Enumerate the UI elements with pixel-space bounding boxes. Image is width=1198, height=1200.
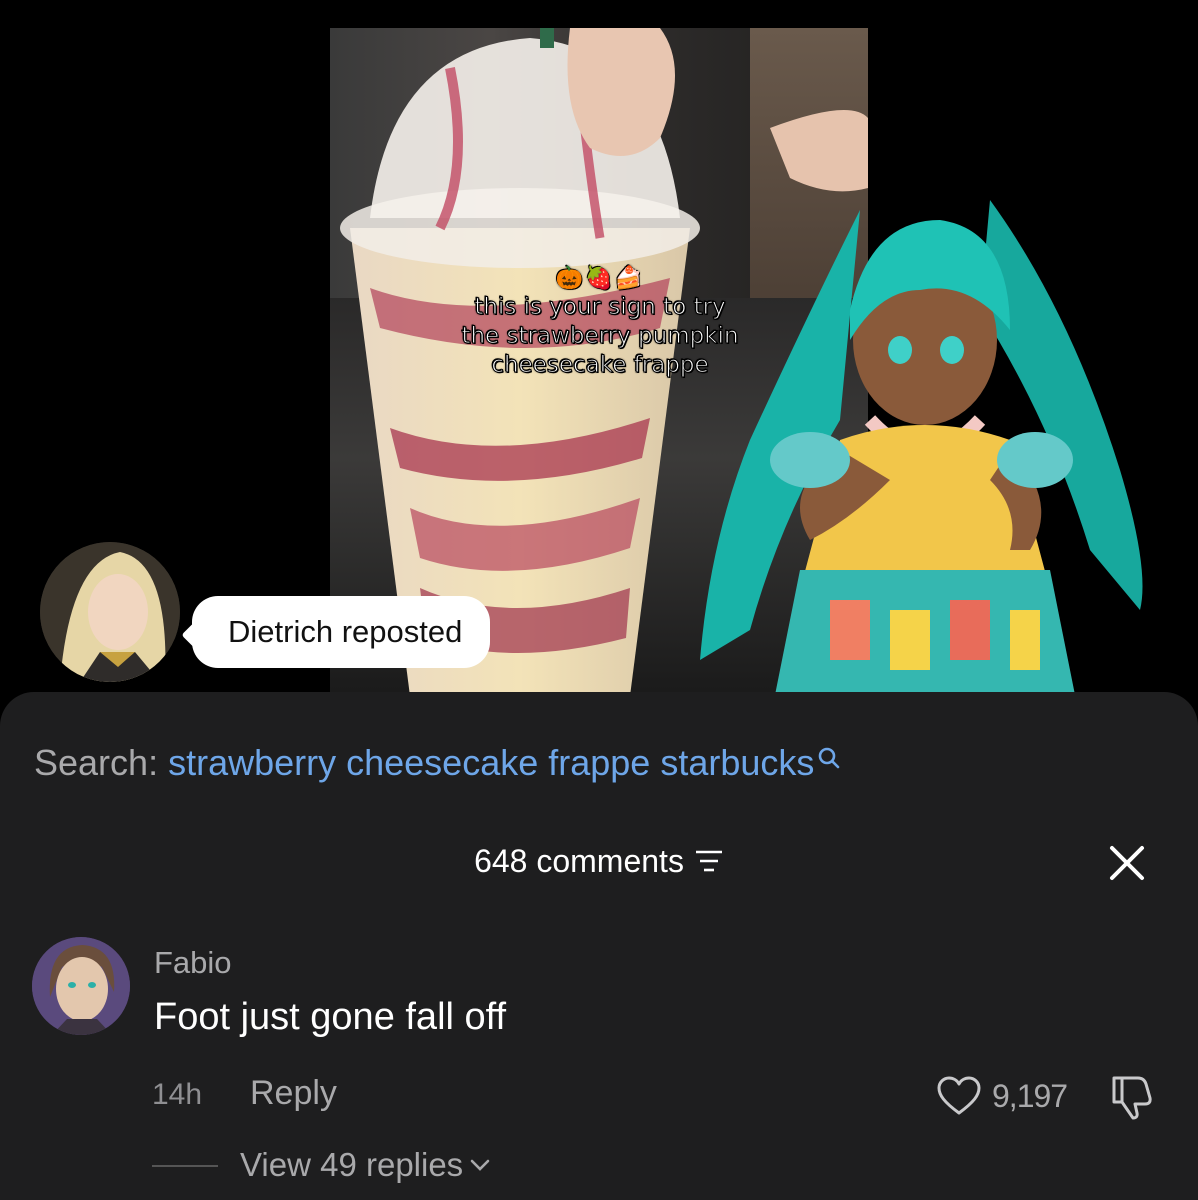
comments-header: 648 comments — [0, 843, 1198, 882]
reposter-avatar[interactable] — [40, 542, 180, 682]
chevron-down-icon — [470, 1159, 490, 1171]
comment-author[interactable]: Fabio — [154, 945, 232, 981]
sort-filter-icon[interactable] — [694, 845, 724, 882]
like-button[interactable]: 9,197 — [936, 1074, 1068, 1118]
repost-label: Dietrich reposted — [192, 596, 491, 668]
comments-count: 648 comments — [474, 843, 684, 879]
search-icon — [816, 738, 842, 780]
thumbs-down-icon — [1112, 1076, 1152, 1120]
reposter-avatar-image — [40, 542, 180, 682]
search-suggestion[interactable]: Search: strawberry cheesecake frappe sta… — [34, 742, 842, 784]
comment-timestamp: 14h — [152, 1078, 203, 1111]
commenter-avatar[interactable] — [32, 937, 130, 1035]
heart-icon — [937, 1076, 981, 1115]
dislike-button[interactable] — [1108, 1074, 1156, 1120]
search-query-link[interactable]: strawberry cheesecake frappe starbucks — [168, 742, 814, 783]
view-replies-button[interactable]: View 49 replies — [240, 1146, 491, 1184]
search-prefix: Search: — [34, 742, 169, 783]
commenter-avatar-image — [32, 937, 130, 1035]
comment-text: Foot just gone fall off — [154, 996, 507, 1038]
view-replies-label: View 49 replies — [240, 1146, 464, 1183]
reply-button[interactable]: Reply — [250, 1074, 337, 1113]
close-icon[interactable] — [1108, 844, 1146, 882]
like-count: 9,197 — [992, 1077, 1068, 1114]
anime-character-sticker — [700, 200, 1143, 695]
repost-text: Dietrich reposted — [228, 614, 463, 649]
replies-divider — [152, 1165, 218, 1167]
